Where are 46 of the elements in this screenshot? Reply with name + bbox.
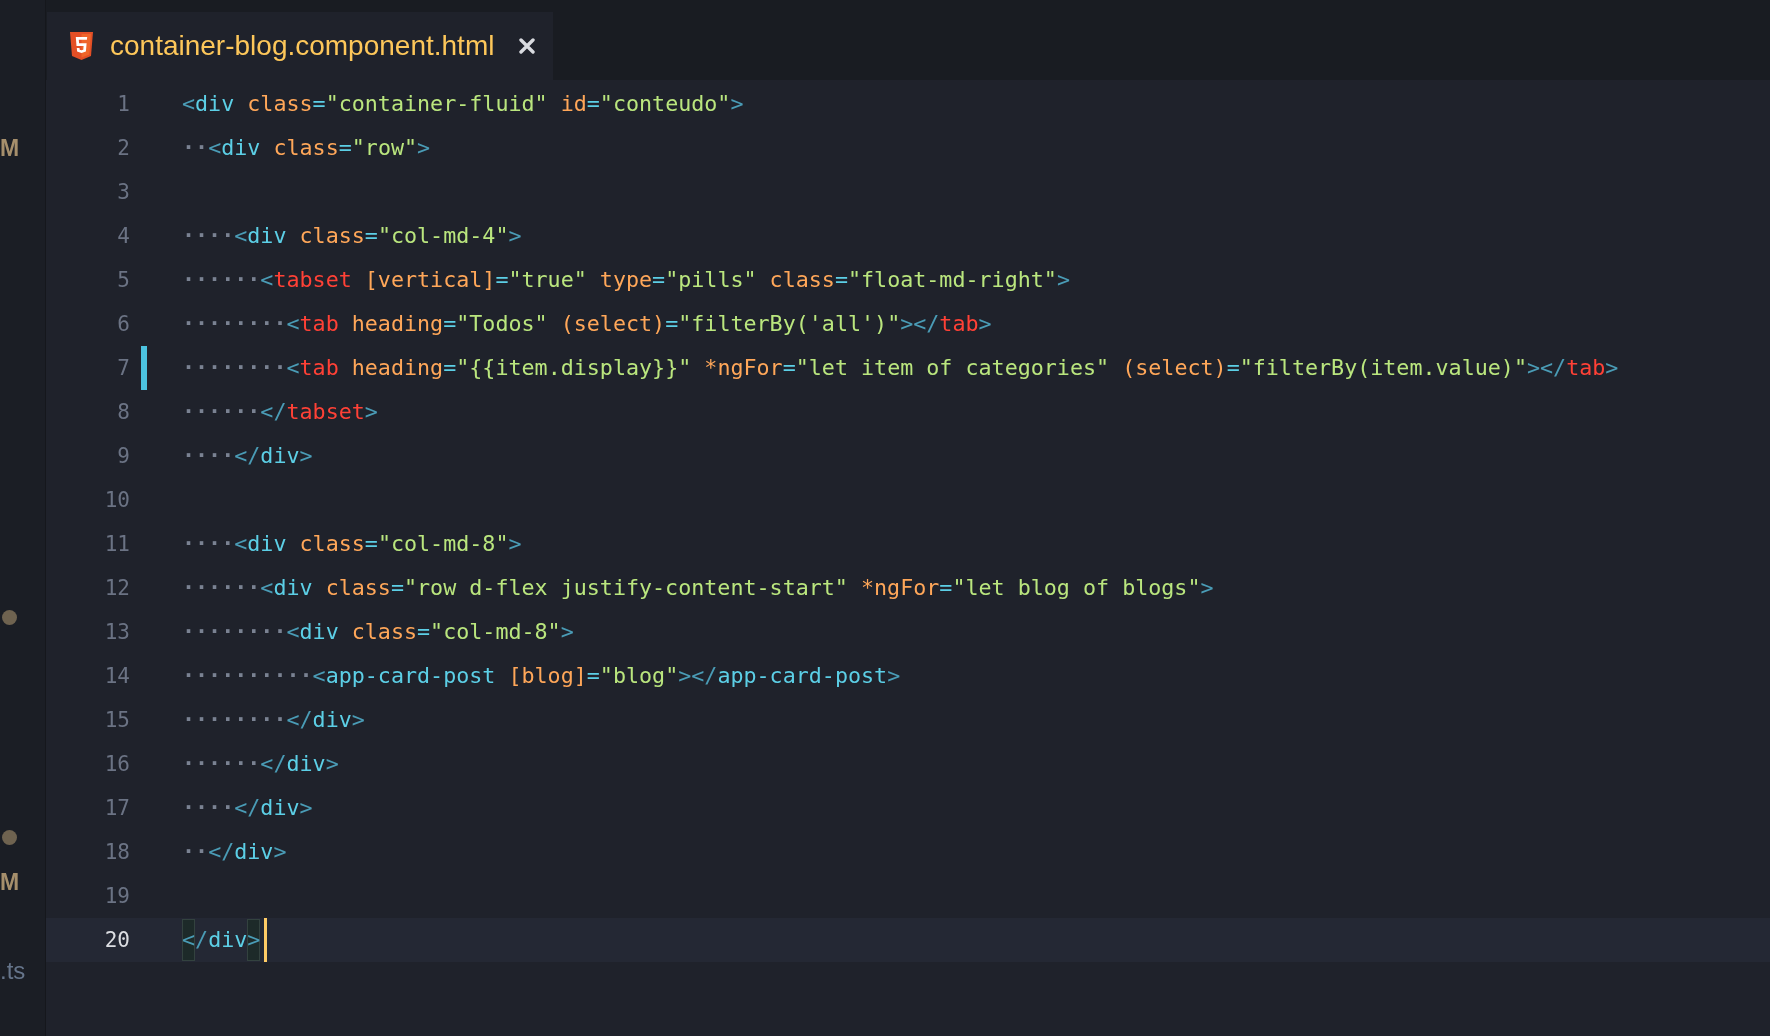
line-number: 5	[116, 267, 130, 294]
line-number: 16	[103, 751, 130, 778]
line-number: 1	[116, 91, 130, 118]
line-number: 10	[103, 487, 130, 514]
code-line: ··········<app-card-post [blog]="blog"></app-card-post>	[182, 662, 901, 690]
code-line: ······<div class="row d-flex justify-content-start" *ngFor="let blog of blogs">	[182, 574, 1214, 602]
status-dot-icon	[2, 829, 17, 845]
code-line: ····</div>	[182, 794, 313, 822]
code-line: ········<tab heading="{{item.display}}" *ngFor="let item of categories" (select)="filterBy(item.value)"></tab>	[182, 354, 1619, 382]
line-number: 6	[116, 311, 130, 338]
code-line: ······<tabset [vertical]="true" type="pills" class="float-md-right">	[182, 266, 1070, 294]
line-number: 18	[103, 839, 130, 866]
line-number: 4	[116, 223, 130, 250]
line-number: 19	[103, 883, 130, 910]
line-number: 2	[116, 135, 130, 162]
close-icon[interactable]	[519, 38, 536, 54]
code-line: ··</div>	[182, 838, 287, 866]
git-status-letter: M	[0, 868, 20, 897]
git-status-letter: M	[0, 134, 20, 163]
line-number: 17	[103, 795, 130, 822]
line-number: 14	[103, 663, 130, 690]
code-line: ····<div class="col-md-4">	[182, 222, 522, 250]
line-number: 20	[103, 927, 130, 954]
code-line: ······</tabset>	[182, 398, 378, 426]
code-line: ····</div>	[182, 442, 313, 470]
file-name[interactable]: .ts	[0, 949, 26, 993]
status-dot-icon	[2, 609, 17, 625]
file-tab[interactable]: container-blog.component.html	[47, 12, 554, 80]
code-line: ········<div class="col-md-8">	[182, 618, 574, 646]
html5-shield-icon	[70, 32, 93, 60]
code-line: ····<div class="col-md-8">	[182, 530, 522, 558]
code-line: <div class="container-fluid" id="conteudo">	[182, 90, 744, 118]
code-line: ········</div>	[182, 706, 365, 734]
line-number: 11	[103, 531, 130, 558]
line-number: 15	[103, 707, 130, 734]
line-number: 9	[116, 443, 130, 470]
text-cursor	[264, 918, 268, 962]
line-number: 3	[116, 179, 130, 206]
code-line: </div>	[182, 918, 261, 962]
code-line: ··<div class="row">	[182, 134, 431, 162]
code-line: ······</div>	[182, 750, 339, 778]
code-line: ········<tab heading="Todos" (select)="filterBy('all')"></tab>	[182, 310, 992, 338]
line-number: 8	[116, 399, 130, 426]
line-number: 7	[116, 355, 130, 382]
line-number: 13	[103, 619, 130, 646]
line-number: 12	[103, 575, 130, 602]
